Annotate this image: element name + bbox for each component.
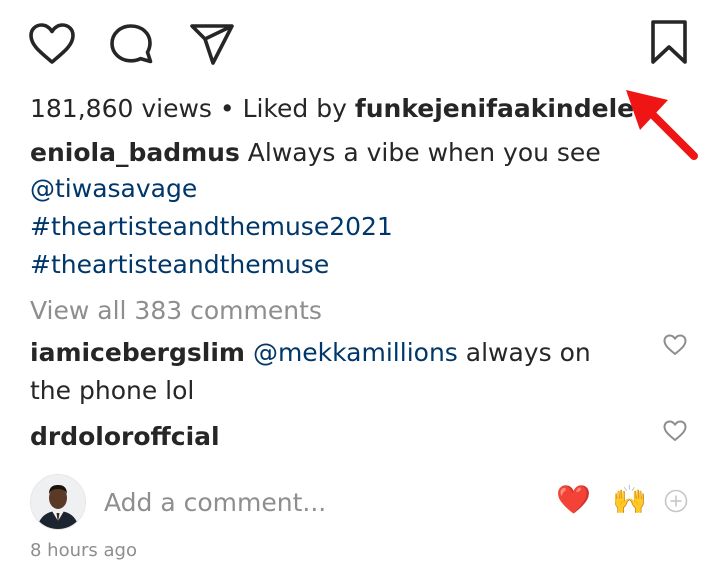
heart-outline-icon (663, 334, 687, 355)
caption-hashtag-1[interactable]: #theartisteandthemuse2021 (30, 210, 393, 244)
comment-2-line-1: drdoloroffcial (30, 420, 220, 454)
comment-1-mention[interactable]: @mekkamillions (253, 338, 458, 367)
liked-by-username[interactable]: funkejenifaakindele (355, 94, 634, 123)
user-avatar-image (31, 475, 85, 529)
views-count[interactable]: 181,860 views (30, 94, 212, 123)
share-button[interactable] (188, 22, 236, 66)
avatar[interactable] (30, 474, 86, 530)
caption-line-1: eniola_badmus Always a vibe when you see (30, 136, 601, 170)
liked-by-label: Liked by (242, 94, 355, 123)
heart-outline-icon (29, 23, 75, 64)
comment-1-text: always on (465, 338, 591, 367)
comment-1-username[interactable]: iamicebergslim (30, 338, 245, 367)
comment-1-like-button[interactable] (663, 334, 687, 356)
bookmark-icon (651, 20, 687, 64)
heart-emoji-button[interactable]: ❤️ (556, 484, 591, 516)
caption-hashtag-2[interactable]: #theartisteandthemuse (30, 248, 329, 282)
stats-separator: • (211, 94, 243, 123)
add-comment-input[interactable] (104, 482, 524, 522)
paper-plane-icon (190, 24, 234, 65)
comment-bubble-icon (110, 24, 153, 64)
comment-2-username[interactable]: drdoloroffcial (30, 422, 220, 451)
raising-hands-emoji-button[interactable]: 🙌 (612, 484, 647, 516)
caption-text: Always a vibe when you see (247, 138, 601, 167)
plus-circle-icon (664, 489, 688, 513)
save-button[interactable] (650, 19, 688, 65)
view-all-comments-link[interactable]: View all 383 comments (30, 294, 322, 328)
comment-2-like-button[interactable] (663, 420, 687, 442)
comment-1-line-1: iamicebergslim @mekkamillions always on (30, 336, 591, 370)
comment-button[interactable] (109, 22, 155, 66)
caption-mention[interactable]: @tiwasavage (30, 172, 197, 206)
caption-username[interactable]: eniola_badmus (30, 138, 240, 167)
comment-1-line-2: the phone lol (30, 376, 195, 405)
add-emoji-button[interactable] (664, 489, 688, 513)
heart-outline-icon (663, 420, 687, 441)
annotation-arrow (626, 90, 698, 160)
post-timestamp: 8 hours ago (30, 540, 137, 561)
post-stats: 181,860 views • Liked by funkejenifaakin… (30, 92, 634, 126)
like-button[interactable] (28, 22, 76, 66)
